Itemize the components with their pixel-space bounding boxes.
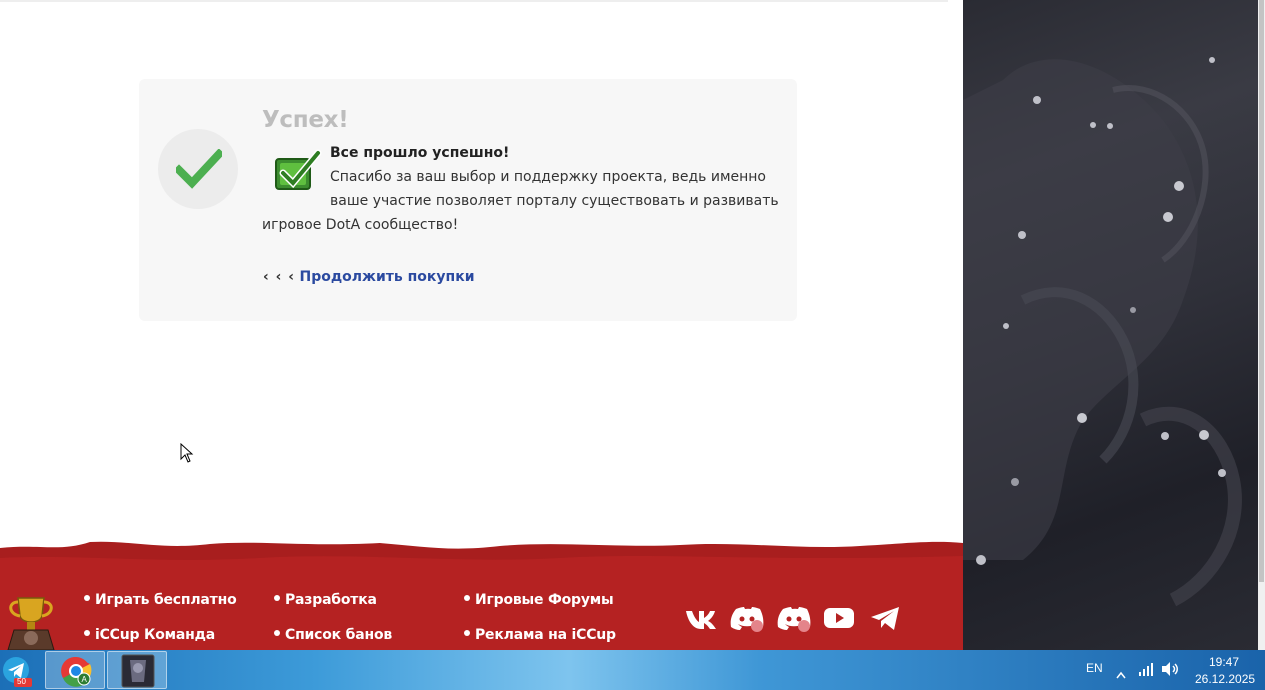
main-content: Успех! Все прошло успешно! Спасибо за ва… [0,0,963,651]
vk-icon[interactable] [684,604,718,632]
site-footer: Играть бесплатно iCCup Команда Разработк… [0,538,963,651]
taskbar-telegram[interactable]: 50 [0,651,42,689]
success-headline: Все прошло успешно! [330,145,510,161]
network-icon[interactable] [1138,662,1154,681]
footer-link-team[interactable]: iCCup Команда [84,627,215,643]
taskbar-chrome[interactable]: A [45,651,105,689]
discord-icon[interactable] [777,604,811,632]
telegram-badge: 50 [17,677,26,686]
dragon-artwork [963,57,1242,607]
success-message-line: игровое DotA сообщество! [262,217,459,233]
language-indicator[interactable]: EN [1086,661,1103,675]
clock-time[interactable]: 19:47 [1209,655,1239,669]
windows-taskbar: 50 A EN 19:47 26.12.2025 [0,650,1265,690]
discord-icon[interactable] [730,604,764,632]
taskbar-game[interactable] [107,651,167,689]
scrollbar-thumb[interactable] [1259,0,1264,582]
mouse-cursor-icon [180,442,194,467]
success-message-line: Спасибо за ваш выбор и поддержку проекта… [330,169,766,185]
tray-expand-icon[interactable] [1116,664,1126,683]
browser-viewport: Успех! Все прошло успешно! Спасибо за ва… [0,0,1265,690]
telegram-icon[interactable] [869,604,903,632]
back-arrows-icon: ‹ ‹ ‹ [263,269,296,285]
success-title: Успех! [262,107,349,133]
background-art-panel [963,0,1258,650]
chrome-icon: A [61,656,92,687]
continue-shopping: ‹ ‹ ‹ Продолжить покупки [263,269,475,285]
svg-text:A: A [82,675,88,684]
checkbox-check-icon [274,149,322,193]
footer-link-ban-list[interactable]: Список банов [274,627,392,643]
success-card: Успех! Все прошло успешно! Спасибо за ва… [139,79,797,321]
footer-link-advertising[interactable]: Реклама на iCCup [464,627,616,643]
footer-link-play-free[interactable]: Играть бесплатно [84,592,237,608]
volume-icon[interactable] [1161,661,1179,681]
trophy-icon [4,594,58,651]
header-divider [0,0,948,2]
footer-link-development[interactable]: Разработка [274,592,377,608]
clock-date[interactable]: 26.12.2025 [1195,672,1255,686]
continue-shopping-link[interactable]: Продолжить покупки [300,269,475,285]
game-icon [121,654,155,688]
success-message-line: ваше участие позволяет порталу существов… [330,193,779,209]
footer-link-forums[interactable]: Игровые Форумы [464,592,614,608]
success-check-icon [158,129,238,209]
youtube-icon[interactable] [823,604,857,632]
